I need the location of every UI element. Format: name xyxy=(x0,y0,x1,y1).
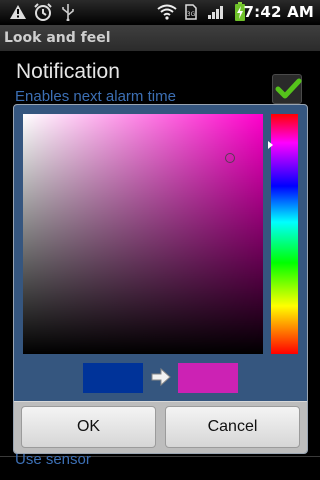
ok-button[interactable]: OK xyxy=(21,406,156,448)
notification-checkbox[interactable] xyxy=(272,74,302,104)
usb-icon xyxy=(60,2,76,22)
sim-card-icon: 3G xyxy=(183,2,199,22)
new-color-swatch xyxy=(178,363,238,393)
status-bar: 3G 7:42 AM xyxy=(0,0,320,25)
button-bar: OK Cancel xyxy=(14,401,307,453)
hue-slider[interactable] xyxy=(271,114,298,354)
hue-marker-icon[interactable] xyxy=(268,141,273,149)
screen-title: Look and feel xyxy=(0,25,320,51)
status-time: 7:42 AM xyxy=(243,3,314,21)
old-color-swatch xyxy=(83,363,143,393)
preference-summary: Enables next alarm time xyxy=(15,88,176,105)
color-picker-dialog: OK Cancel xyxy=(13,104,308,454)
checkmark-icon xyxy=(275,78,302,99)
saturation-value-square[interactable] xyxy=(23,114,263,354)
arrow-right-icon xyxy=(151,367,171,387)
preference-title[interactable]: Notification xyxy=(16,60,120,84)
alarm-clock-icon xyxy=(32,2,54,22)
signal-icon xyxy=(206,2,226,22)
wifi-icon xyxy=(156,2,178,22)
color-cursor[interactable] xyxy=(225,153,235,163)
warning-icon xyxy=(8,2,28,22)
svg-text:3G: 3G xyxy=(187,11,196,18)
cancel-button[interactable]: Cancel xyxy=(165,406,300,448)
